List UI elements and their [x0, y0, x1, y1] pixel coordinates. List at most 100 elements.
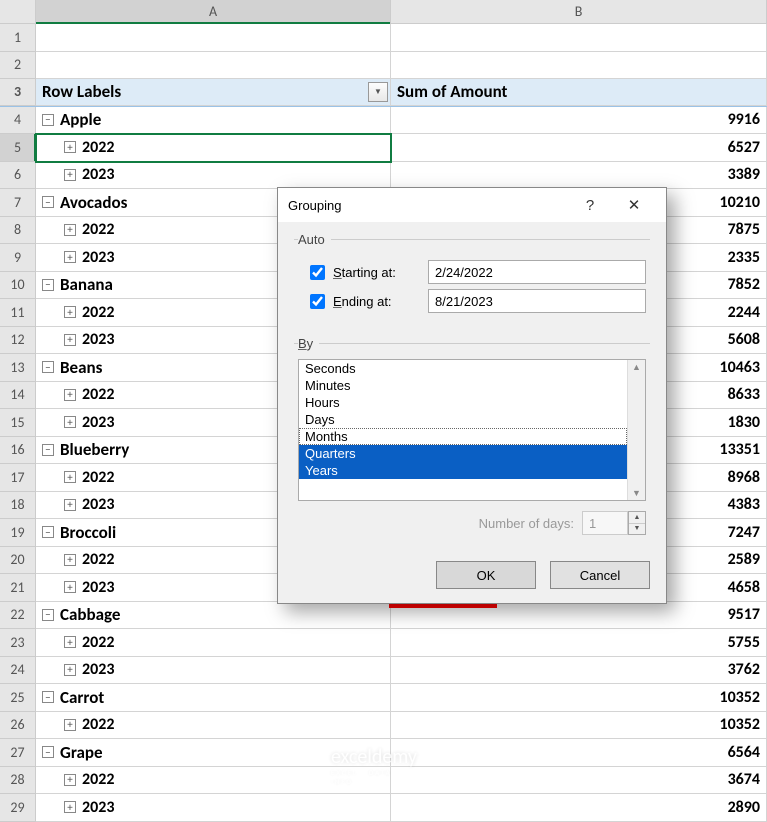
column-header-a[interactable]: A [36, 0, 391, 23]
cell-b[interactable]: 6527 [391, 134, 767, 162]
cell-a[interactable]: −Carrot [36, 684, 391, 712]
listbox-scrollbar[interactable]: ▲ ▼ [627, 360, 645, 500]
cell-b[interactable]: 10352 [391, 684, 767, 712]
row-header[interactable]: 9 [0, 244, 36, 272]
expand-icon[interactable]: + [64, 801, 76, 813]
collapse-icon[interactable]: − [42, 526, 54, 538]
expand-icon[interactable]: + [64, 471, 76, 483]
collapse-icon[interactable]: − [42, 444, 54, 456]
expand-icon[interactable]: + [64, 664, 76, 676]
expand-icon[interactable]: + [64, 306, 76, 318]
expand-icon[interactable]: + [64, 554, 76, 566]
row-header[interactable]: 6 [0, 162, 36, 190]
row-header[interactable]: 7 [0, 189, 36, 217]
cell-a[interactable] [36, 24, 391, 52]
collapse-icon[interactable]: − [42, 279, 54, 291]
list-item-months[interactable]: Months [299, 428, 627, 445]
cell-a[interactable]: −Cabbage [36, 602, 391, 630]
column-header-b[interactable]: B [391, 0, 767, 23]
scroll-down-icon[interactable]: ▼ [632, 488, 641, 498]
list-item-years[interactable]: Years [299, 462, 627, 479]
expand-icon[interactable]: + [64, 141, 76, 153]
ending-at-input[interactable] [428, 289, 646, 313]
row-header[interactable]: 1 [0, 24, 36, 52]
row-header[interactable]: 11 [0, 299, 36, 327]
row-header[interactable]: 8 [0, 217, 36, 245]
row-header[interactable]: 5 [0, 134, 36, 162]
ok-button[interactable]: OK [436, 561, 536, 589]
row-header[interactable]: 20 [0, 547, 36, 575]
expand-icon[interactable]: + [64, 169, 76, 181]
row-header[interactable]: 12 [0, 327, 36, 355]
row-header[interactable]: 29 [0, 794, 36, 822]
row-header[interactable]: 23 [0, 629, 36, 657]
list-item-days[interactable]: Days [299, 411, 627, 428]
number-of-days-spinner[interactable]: ▲ ▼ [628, 511, 646, 535]
expand-icon[interactable]: + [64, 581, 76, 593]
expand-icon[interactable]: + [64, 224, 76, 236]
by-listbox[interactable]: SecondsMinutesHoursDaysMonthsQuartersYea… [298, 359, 646, 501]
cell-a[interactable]: −Grape [36, 739, 391, 767]
row-header[interactable]: 17 [0, 464, 36, 492]
cell-b[interactable]: 9517 [391, 602, 767, 630]
dialog-titlebar[interactable]: Grouping ? ✕ [278, 188, 666, 222]
starting-at-checkbox[interactable] [310, 265, 325, 280]
expand-icon[interactable]: + [64, 334, 76, 346]
starting-at-label[interactable]: Starting at: [298, 265, 428, 280]
row-header[interactable]: 24 [0, 657, 36, 685]
collapse-icon[interactable]: − [42, 691, 54, 703]
cell-b[interactable]: 9916 [391, 107, 767, 135]
cell-b[interactable]: 3674 [391, 767, 767, 795]
row-header[interactable]: 13 [0, 354, 36, 382]
row-header[interactable]: 19 [0, 519, 36, 547]
select-all-corner[interactable] [0, 0, 36, 23]
row-header[interactable]: 25 [0, 684, 36, 712]
cell-a[interactable] [36, 52, 391, 80]
spinner-up-icon[interactable]: ▲ [629, 512, 645, 524]
expand-icon[interactable]: + [64, 499, 76, 511]
cancel-button[interactable]: Cancel [550, 561, 650, 589]
collapse-icon[interactable]: − [42, 746, 54, 758]
cell-a[interactable]: Row Labels▼ [36, 79, 391, 106]
cell-b[interactable]: Sum of Amount [391, 79, 767, 106]
expand-icon[interactable]: + [64, 251, 76, 263]
row-header[interactable]: 14 [0, 382, 36, 410]
row-header[interactable]: 18 [0, 492, 36, 520]
collapse-icon[interactable]: − [42, 196, 54, 208]
row-header[interactable]: 22 [0, 602, 36, 630]
row-header[interactable]: 4 [0, 107, 36, 135]
dialog-close-button[interactable]: ✕ [612, 188, 656, 222]
cell-a[interactable]: +2022 [36, 712, 391, 740]
cell-b[interactable]: 6564 [391, 739, 767, 767]
expand-icon[interactable]: + [64, 636, 76, 648]
list-item-seconds[interactable]: Seconds [299, 360, 627, 377]
cell-a[interactable]: +2022 [36, 767, 391, 795]
cell-b[interactable]: 5755 [391, 629, 767, 657]
expand-icon[interactable]: + [64, 719, 76, 731]
cell-b[interactable]: 10352 [391, 712, 767, 740]
list-item-hours[interactable]: Hours [299, 394, 627, 411]
row-header[interactable]: 10 [0, 272, 36, 300]
row-header[interactable]: 26 [0, 712, 36, 740]
cell-b[interactable]: 2890 [391, 794, 767, 822]
collapse-icon[interactable]: − [42, 361, 54, 373]
expand-icon[interactable]: + [64, 416, 76, 428]
row-header[interactable]: 16 [0, 437, 36, 465]
row-header[interactable]: 3 [0, 79, 36, 106]
cell-b[interactable]: 3389 [391, 162, 767, 190]
cell-b[interactable]: 3762 [391, 657, 767, 685]
collapse-icon[interactable]: − [42, 114, 54, 126]
starting-at-input[interactable] [428, 260, 646, 284]
cell-a[interactable]: +2022 [36, 629, 391, 657]
row-header[interactable]: 15 [0, 409, 36, 437]
filter-dropdown-button[interactable]: ▼ [368, 82, 388, 102]
spinner-down-icon[interactable]: ▼ [629, 524, 645, 535]
cell-a[interactable]: +2023 [36, 162, 391, 190]
scroll-up-icon[interactable]: ▲ [632, 362, 641, 372]
cell-a[interactable]: +2023 [36, 657, 391, 685]
cell-a[interactable]: +2022 [36, 134, 391, 162]
ending-at-checkbox[interactable] [310, 294, 325, 309]
list-item-minutes[interactable]: Minutes [299, 377, 627, 394]
list-item-quarters[interactable]: Quarters [299, 445, 627, 462]
collapse-icon[interactable]: − [42, 609, 54, 621]
